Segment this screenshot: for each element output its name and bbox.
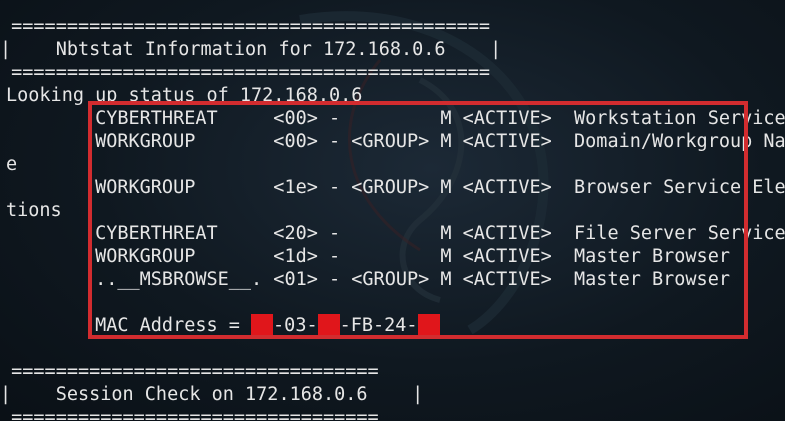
session-header-rule-top: ================================= <box>0 361 379 382</box>
header-rule-top: ========================================… <box>0 16 491 37</box>
header-title: | Nbtstat Information for 172.168.0.6 | <box>0 39 502 60</box>
entry-row-wrap: e <box>6 154 18 175</box>
session-header-title: | Session Check on 172.168.0.6 | <box>0 384 424 405</box>
terminal-window: ================================= =======… <box>0 0 785 421</box>
entry-row-wrap: tions <box>6 200 62 221</box>
session-header-rule-bottom: ================================= <box>0 407 379 421</box>
header-rule-bottom: ========================================… <box>0 62 491 83</box>
highlight-box <box>88 101 748 339</box>
